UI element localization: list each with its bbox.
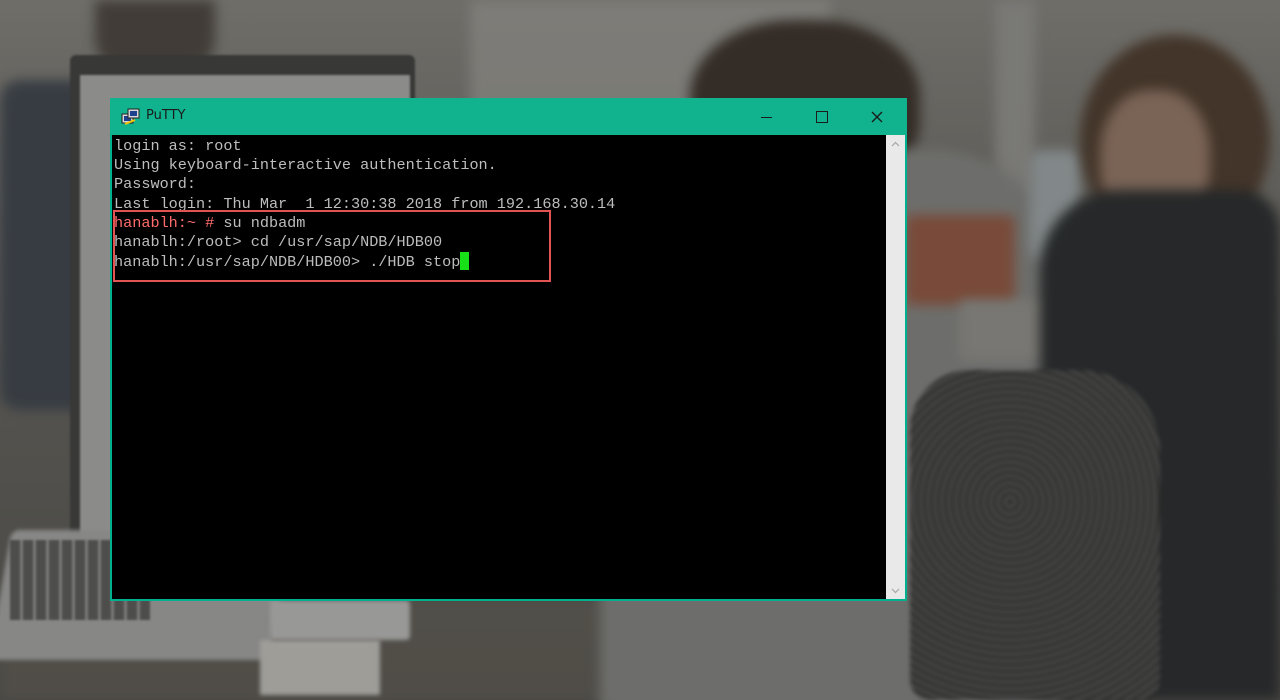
terminal-line: hanablh:/root> cd /usr/sap/NDB/HDB00 [114, 232, 443, 251]
scroll-up-button[interactable] [886, 135, 905, 152]
vertical-scrollbar[interactable] [886, 135, 905, 599]
close-button[interactable] [854, 98, 900, 135]
chevron-up-icon [891, 141, 900, 146]
scrollbar-thumb[interactable] [889, 153, 902, 581]
close-icon [871, 111, 883, 122]
terminal-line: login as: root [114, 137, 242, 155]
text-cursor [460, 252, 470, 271]
terminal-line-root-prompt: hanablh:~ # su ndbadm [114, 214, 615, 233]
putty-window: PuTTY login as: root Using keyboard-inter… [110, 98, 907, 601]
putty-app-icon[interactable] [121, 108, 141, 126]
terminal-line-current: hanablh:/usr/sap/NDB/HDB00> ./HDB stop [114, 252, 615, 271]
current-command: hanablh:/usr/sap/NDB/HDB00> ./HDB stop [114, 253, 461, 272]
terminal-line: Password: [114, 175, 197, 194]
root-prompt: hanablh:~ # [114, 213, 215, 232]
maximize-button[interactable] [799, 98, 845, 135]
scroll-down-button[interactable] [886, 582, 905, 599]
minimize-button[interactable] [743, 98, 789, 135]
title-bar[interactable]: PuTTY [110, 98, 907, 135]
terminal-output: login as: root Using keyboard-interactive… [114, 137, 615, 271]
chevron-down-icon [891, 588, 900, 593]
window-title: PuTTY [146, 108, 186, 123]
minimize-icon [760, 117, 772, 118]
terminal-area[interactable]: login as: root Using keyboard-interactive… [112, 135, 886, 599]
terminal-line: Using keyboard-interactive authenticatio… [114, 156, 497, 175]
command-text: su ndbadm [214, 213, 306, 232]
terminal-line: Last login: Thu Mar 1 12:30:38 2018 from… [114, 194, 616, 213]
maximize-icon [816, 110, 828, 123]
